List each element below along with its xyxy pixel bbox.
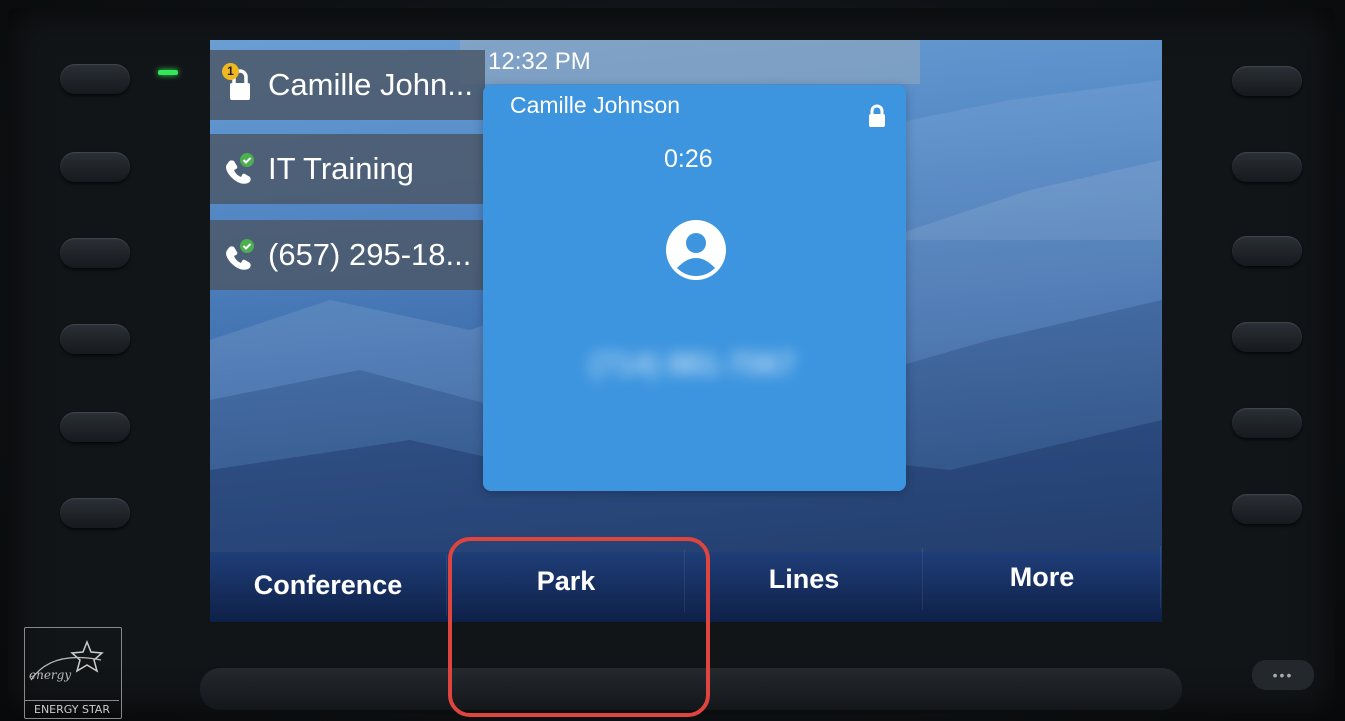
energy-script: energy: [29, 668, 72, 682]
phone-photo: 12:32 PM 1 Camille John... IT Training (…: [0, 0, 1345, 721]
caller-number-redacted: (714) 881-7067: [589, 348, 796, 381]
energy-star-label: ENERGY STAR: [25, 700, 119, 718]
line-label: Camille John...: [268, 67, 474, 102]
phone-check-icon: [216, 145, 264, 193]
softkey-bar: Conference Park Lines More: [210, 546, 1162, 622]
phone-screen: 12:32 PM 1 Camille John... IT Training (…: [210, 40, 1162, 622]
phone-check-icon: [216, 231, 264, 279]
line-key-5[interactable]: [60, 412, 130, 442]
star-icon: [30, 639, 104, 681]
softkey-hardware-strip: [200, 668, 1182, 710]
caller-name: Camille Johnson: [510, 92, 681, 118]
lock-icon: [866, 104, 888, 133]
line-key-1[interactable]: [60, 64, 130, 94]
softkey-park[interactable]: Park: [448, 550, 685, 612]
call-duration: 0:26: [664, 145, 713, 173]
lock-icon: 1: [216, 61, 264, 109]
session-key-2[interactable]: [1232, 152, 1302, 182]
line-item-1[interactable]: 1 Camille John...: [210, 50, 485, 120]
session-key-6[interactable]: [1232, 494, 1302, 524]
line-key-4[interactable]: [60, 324, 130, 354]
line-status-led: [158, 70, 178, 75]
avatar-icon: [664, 218, 728, 287]
softkey-more[interactable]: More: [924, 546, 1161, 608]
line-item-3[interactable]: (657) 295-18...: [210, 220, 485, 290]
line-key-6[interactable]: [60, 498, 130, 528]
notification-badge: 1: [222, 63, 239, 80]
session-key-5[interactable]: [1232, 408, 1302, 438]
energy-star-logo: energy ENERGY STAR: [24, 627, 122, 719]
line-label: (657) 295-18...: [268, 237, 472, 272]
line-item-2[interactable]: IT Training: [210, 134, 485, 204]
line-label: IT Training: [268, 151, 414, 186]
line-key-3[interactable]: [60, 238, 130, 268]
session-key-4[interactable]: [1232, 322, 1302, 352]
softkey-lines[interactable]: Lines: [686, 548, 923, 610]
more-options-button[interactable]: •••: [1252, 660, 1314, 690]
softkey-conference[interactable]: Conference: [210, 554, 447, 616]
clock-time: 12:32 PM: [488, 48, 591, 75]
line-key-2[interactable]: [60, 152, 130, 182]
session-key-1[interactable]: [1232, 66, 1302, 96]
session-key-3[interactable]: [1232, 236, 1302, 266]
